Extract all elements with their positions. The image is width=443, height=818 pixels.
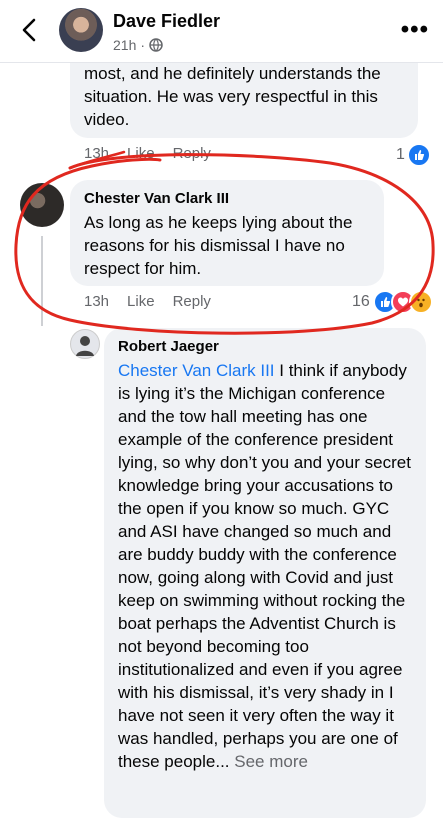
chevron-left-icon [22,18,36,42]
comment-text: As long as he keeps lying about the reas… [84,213,353,278]
avatar[interactable] [20,183,64,227]
comment-body: I think if anybody is lying it’s the Mic… [118,361,411,771]
comment-text-top: most, and he definitely understands the … [84,64,381,129]
reaction-count: 16 [352,293,370,310]
globe-icon [149,38,163,52]
thread-line [41,236,43,326]
post-header: Dave Fiedler 21h · ••• [0,0,443,62]
post-meta: 21h · [113,37,163,53]
reply-button[interactable]: Reply [173,293,211,310]
avatar[interactable] [59,8,103,52]
mention-link[interactable]: Chester Van Clark III [118,361,275,380]
like-icon [406,143,431,167]
reaction-summary-chester[interactable]: 16 [352,290,433,314]
comment-time: 13h [84,293,110,310]
comment-author[interactable]: Chester Van Clark III [84,190,370,207]
like-button[interactable]: Like [127,293,155,310]
author-name[interactable]: Dave Fiedler [113,11,220,32]
avatar[interactable] [70,329,100,359]
see-more-link[interactable]: See more [234,752,308,771]
wow-icon [408,290,433,314]
comment-bubble-top: most, and he definitely understands the … [70,52,418,138]
more-options-icon[interactable]: ••• [401,16,429,44]
comment-actions-top: 13h Like Reply [84,145,211,162]
comment-bubble-chester: Chester Van Clark III As long as he keep… [70,180,384,286]
comment-text: Chester Van Clark III I think if anybody… [118,359,412,773]
reaction-count: 1 [396,146,405,163]
post-time: 21h [113,37,137,53]
comment-bubble-robert: Robert Jaeger Chester Van Clark III I th… [104,328,426,818]
like-button[interactable]: Like [127,145,155,162]
reaction-summary-top[interactable]: 1 [396,143,431,167]
comment-author[interactable]: Robert Jaeger [118,338,412,355]
comment-time: 13h [84,145,110,162]
comment-actions-chester: 13h Like Reply [84,293,211,310]
reply-button[interactable]: Reply [173,145,211,162]
back-button[interactable] [14,12,44,48]
